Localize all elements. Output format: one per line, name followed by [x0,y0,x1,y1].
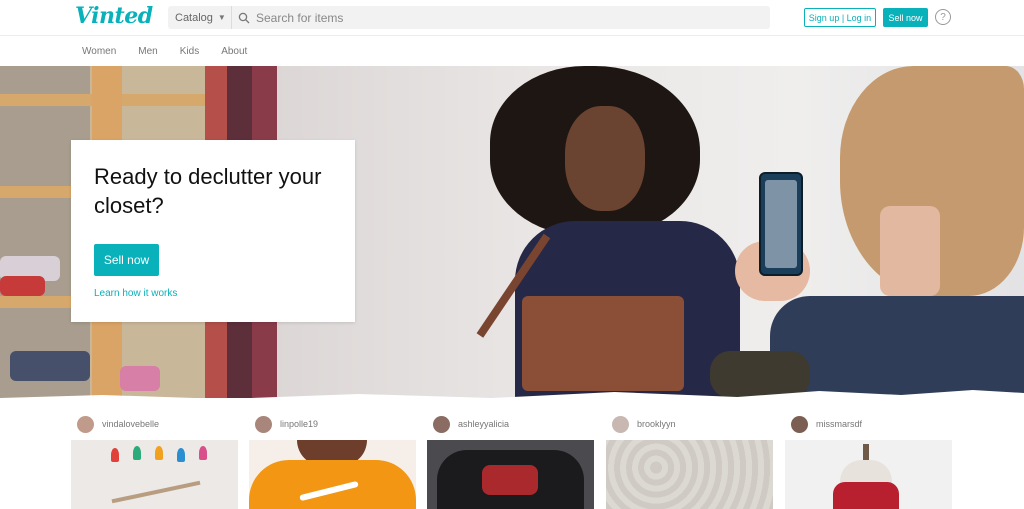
hero-leather-bag [522,296,684,391]
feed-username[interactable]: ashleyyalicia [458,419,509,429]
feed-user[interactable]: brooklyyn [606,410,773,438]
hero-photographer-neck [880,206,940,296]
photo-red-top [833,482,899,509]
help-icon[interactable]: ? [935,9,951,25]
search-icon [232,12,256,24]
feed-card[interactable]: ashleyyalicia [427,410,594,509]
feed-user[interactable]: missmarsdf [785,410,952,438]
hero-phone [759,172,803,276]
photo-print [482,465,538,495]
feed-username[interactable]: vindalovebelle [102,419,159,429]
photo-tassel [155,446,163,460]
top-header: Vinted Catalog ▼ Sign up | Log in Sell n… [0,0,1024,36]
feed-username[interactable]: linpolle19 [280,419,318,429]
avatar[interactable] [433,415,450,433]
chevron-down-icon: ▼ [217,13,226,22]
learn-how-link[interactable]: Learn how it works [94,288,177,299]
vinted-logo[interactable]: Vinted [75,3,153,29]
item-photo[interactable] [785,440,952,509]
item-photo[interactable] [606,440,773,509]
feed-user[interactable]: linpolle19 [249,410,416,438]
photo-orange-shirt [249,460,416,509]
catalog-label: Catalog [175,11,213,24]
feed-user[interactable]: vindalovebelle [71,410,238,438]
photo-tassel [177,448,185,462]
feed-user[interactable]: ashleyyalicia [427,410,594,438]
nav-item-kids[interactable]: Kids [180,46,199,57]
nav-item-about[interactable]: About [221,46,247,57]
sell-now-header-button[interactable]: Sell now [883,8,928,27]
avatar[interactable] [791,415,808,433]
catalog-dropdown[interactable]: Catalog ▼ [168,6,232,29]
photo-mannequin [840,460,892,484]
signup-login-button[interactable]: Sign up | Log in [804,8,876,27]
item-photo[interactable] [427,440,594,509]
item-feed: vindalovebelle linpolle19 ashleyyalicia [0,410,1024,509]
item-photo[interactable] [249,440,416,509]
avatar[interactable] [77,415,94,433]
hero-folded-clothes [10,351,90,381]
category-nav: Women Men Kids About [0,37,1024,65]
hero-photographer-arm [710,351,810,398]
feed-username[interactable]: brooklyyn [637,419,676,429]
nav-item-women[interactable]: Women [82,46,116,57]
hero-person-face [565,106,645,211]
search-input[interactable] [256,10,756,25]
feed-card[interactable]: brooklyyn [606,410,773,509]
photo-tassel [133,446,141,460]
photo-tassel [111,448,119,462]
nav-item-men[interactable]: Men [138,46,157,57]
search-bar: Catalog ▼ [168,6,770,29]
hero-card: Ready to declutter your closet? Sell now… [71,140,355,322]
feed-card[interactable]: missmarsdf [785,410,952,509]
photo-tassel [199,446,207,460]
avatar[interactable] [255,415,272,433]
hero-phone-screen [765,180,797,268]
item-photo[interactable] [71,440,238,509]
photo-hanger [111,480,201,504]
avatar[interactable] [612,415,629,433]
sell-now-hero-button[interactable]: Sell now [94,244,159,276]
hero-title: Ready to declutter your closet? [94,164,322,218]
hero-folded-clothes [120,366,160,391]
feed-username[interactable]: missmarsdf [816,419,862,429]
feed-card[interactable]: vindalovebelle [71,410,238,509]
feed-card[interactable]: linpolle19 [249,410,416,509]
hero-folded-clothes [0,276,45,296]
